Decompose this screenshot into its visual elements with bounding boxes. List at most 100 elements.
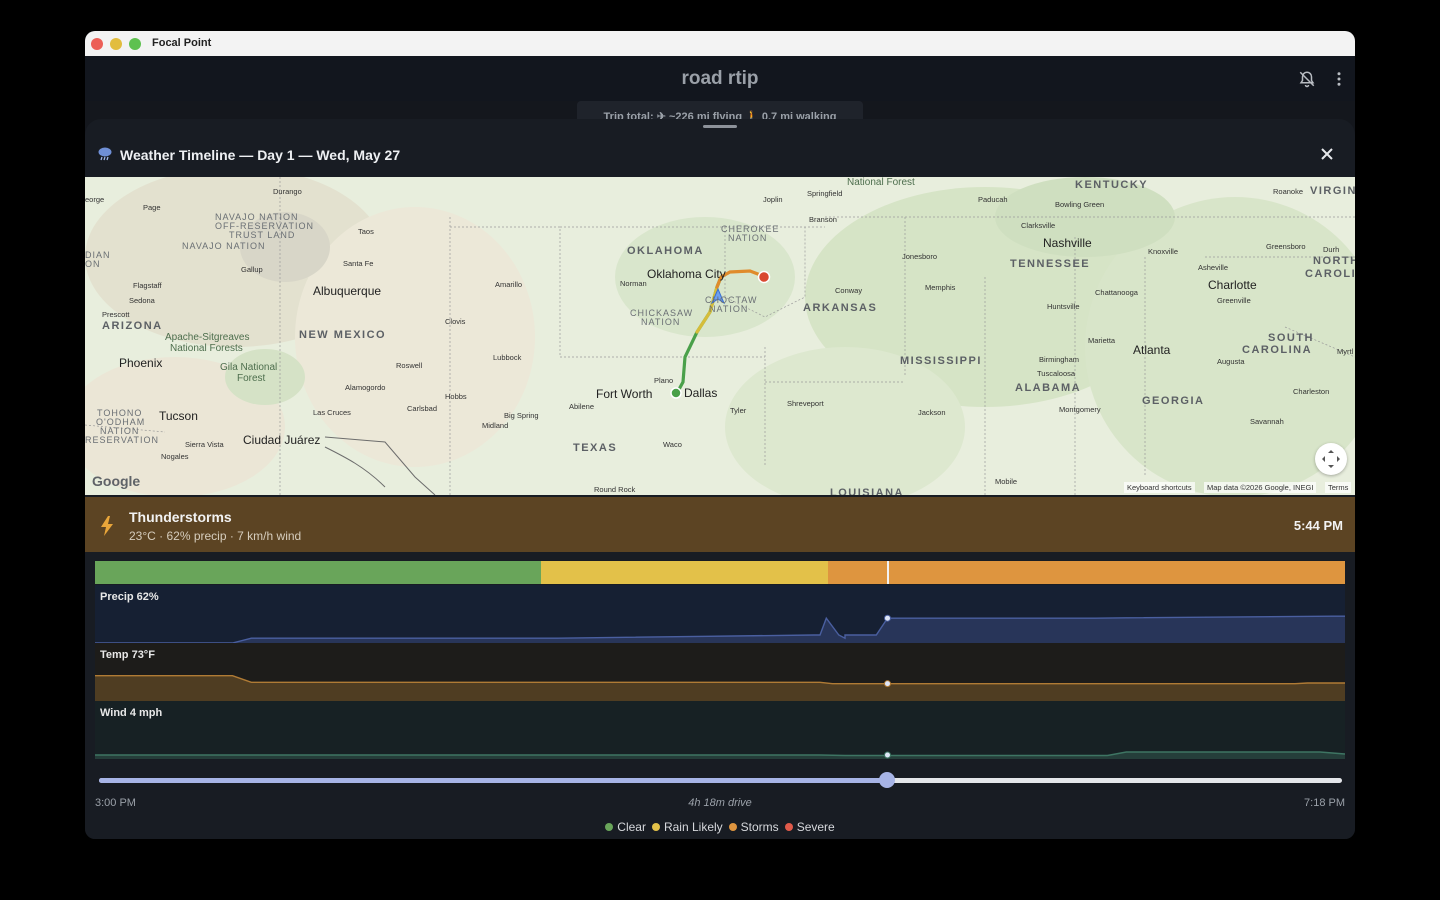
map-label: Tuscaloosa: [1037, 369, 1076, 378]
legend-dot: [605, 823, 614, 831]
map-label: Round Rock: [594, 485, 636, 494]
map-label: Hobbs: [445, 392, 467, 401]
map-label: Branson: [809, 215, 837, 224]
slider-thumb[interactable]: [879, 772, 896, 788]
band-cursor: [886, 561, 889, 584]
map-label: Lubbock: [493, 353, 522, 362]
rain-cloud-icon: [98, 147, 112, 161]
condition-band[interactable]: [95, 561, 1345, 584]
legend-item: Rain Likely: [651, 820, 723, 834]
legend-item: Severe: [784, 820, 835, 834]
panel-wind-svg: [95, 751, 1345, 759]
map-label: Conway: [835, 286, 863, 295]
minimize-window-button[interactable]: [110, 38, 122, 50]
band-segment-storms: [827, 561, 1345, 584]
map-data-attribution: Map data ©2026 Google, INEGI: [1204, 482, 1317, 493]
map-label: Atlanta: [1133, 343, 1171, 357]
map-label: Clovis: [445, 317, 466, 326]
legend-label: Rain Likely: [663, 820, 723, 834]
map-label: Ciudad Juárez: [243, 433, 321, 447]
panel-temp-line: [95, 675, 1345, 685]
map-label: Phoenix: [119, 356, 163, 370]
map-label: Midland: [482, 421, 509, 430]
sheet-title: Weather Timeline — Day 1 — Wed, May 27: [120, 147, 401, 163]
map-label: CAROLIN: [1305, 268, 1355, 280]
map-label: Abilene: [569, 402, 595, 411]
map-label: Durh: [1323, 245, 1340, 254]
map-label: Albuquerque: [313, 284, 382, 298]
condition-title: Thunderstorms: [129, 509, 232, 525]
map-label: NAVAJO NATION: [182, 241, 266, 251]
map-label: Fort Worth: [596, 387, 653, 401]
condition-details: 23°C · 62% precip · 7 km/h wind: [129, 529, 302, 543]
legend-item: Clear: [605, 820, 646, 834]
map-label: TEXAS: [573, 442, 618, 454]
panel-temp-marker: [884, 680, 891, 688]
map-label: Santa Fe: [343, 259, 374, 268]
route-map[interactable]: KENTUCKY VIRGINI OKLAHOMA TENNESSEE NORT…: [85, 177, 1355, 495]
panel-precip-area: [95, 616, 1345, 643]
map-label: Memphis: [925, 283, 956, 292]
map-label: Oklahoma City: [647, 267, 726, 281]
panel-precip-marker: [884, 614, 891, 622]
map-label: Birmingham: [1039, 355, 1080, 364]
map-label: Prescott: [102, 310, 130, 319]
map-label: Greenville: [1217, 296, 1251, 305]
band-segment-rain: [541, 561, 828, 584]
wind-label: Wind 4 mph: [100, 707, 163, 719]
map-label: ARKANSAS: [803, 302, 878, 314]
zoom-window-button[interactable]: [129, 38, 141, 50]
trip-name: road rtip: [681, 68, 759, 89]
google-logo: Google: [92, 473, 141, 489]
panel-precip-svg: [95, 614, 1345, 643]
close-sheet-button[interactable]: [1318, 145, 1336, 163]
map-label: Gila National: [220, 362, 278, 373]
keyboard-shortcuts-link[interactable]: Keyboard shortcuts: [1124, 482, 1195, 493]
map-label: Sedona: [129, 296, 155, 305]
map-label: Paducah: [978, 195, 1008, 204]
map-label: Springfield: [807, 189, 843, 198]
panel-wind-marker: [884, 751, 891, 759]
map-label: OKLAHOMA: [627, 245, 704, 257]
fullscreen-button[interactable]: [1315, 443, 1347, 475]
map-label: Waco: [663, 440, 682, 449]
map-label: ON: [85, 259, 101, 269]
map-label: Knoxville: [1148, 247, 1179, 256]
map-label: Nashville: [1043, 236, 1092, 250]
map-label: ALABAMA: [1015, 382, 1082, 394]
temp-label: Temp 73°F: [100, 649, 155, 661]
map-label: National Forests: [170, 343, 243, 354]
map-label: Charleston: [1293, 387, 1330, 396]
bell-off-icon[interactable]: [1298, 70, 1316, 88]
legend-label: Clear: [617, 820, 646, 834]
close-window-button[interactable]: [91, 38, 103, 50]
precip-chart: Precip 62%: [95, 585, 1345, 643]
time-slider[interactable]: [99, 772, 1342, 788]
title-bar: Focal Point: [85, 31, 1355, 56]
lightning-bolt-icon: [101, 516, 113, 536]
panel-temp-svg: [95, 675, 1345, 701]
panel-temp-area: [95, 675, 1345, 701]
more-options-icon[interactable]: [1330, 70, 1348, 88]
terms-link[interactable]: Terms: [1325, 482, 1352, 493]
map-label: VIRGINI: [1310, 185, 1355, 197]
map-label: Asheville: [1198, 263, 1229, 272]
map-label: TENNESSEE: [1010, 258, 1091, 270]
map-label: Mobile: [995, 477, 1018, 486]
map-label: NATION: [709, 304, 749, 314]
weather-timeline-sheet: Weather Timeline — Day 1 — Wed, May 27 K…: [85, 119, 1355, 839]
map-label: Charlotte: [1208, 278, 1257, 292]
map-label: Forest: [237, 373, 266, 384]
map-label: NORTH: [1313, 255, 1355, 267]
map-label: Clarksville: [1021, 221, 1056, 230]
map-label: Roswell: [396, 361, 423, 370]
map-label: Joplin: [763, 195, 783, 204]
map-label: Plano: [654, 376, 674, 385]
precip-label: Precip 62%: [100, 591, 159, 603]
map-label: Norman: [620, 279, 647, 288]
map-label: Shreveport: [787, 399, 824, 408]
map-label: Bowling Green: [1055, 200, 1105, 209]
map-label: Tyler: [730, 406, 747, 415]
map-label: Chattanooga: [1095, 288, 1138, 297]
map-label: Alamogordo: [345, 383, 386, 392]
